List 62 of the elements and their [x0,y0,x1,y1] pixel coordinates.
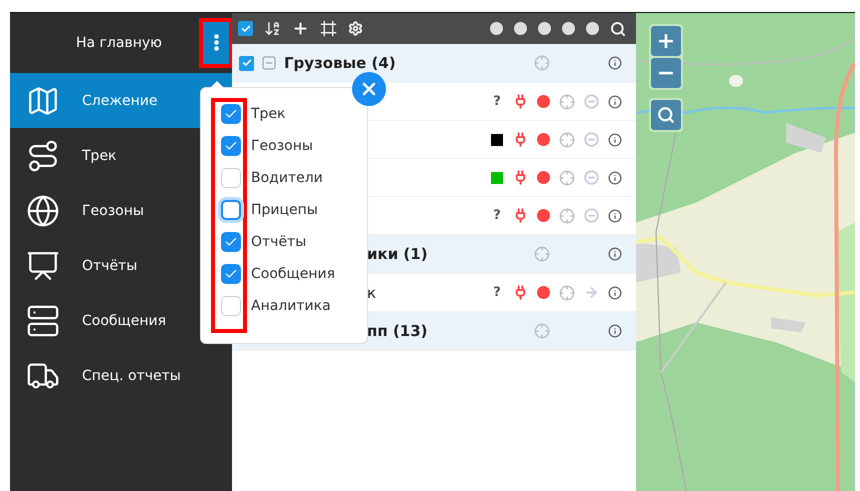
checkbox[interactable] [221,232,241,252]
globe-icon [26,194,60,228]
checkbox[interactable] [239,56,254,70]
status-dot-icon [537,286,550,299]
filter-dot-icon[interactable] [538,22,551,35]
plug-icon [513,208,528,223]
check-icon [240,24,250,34]
crosshair-icon[interactable] [559,170,575,186]
server-stack-icon [26,304,60,338]
checkbox[interactable] [221,168,241,188]
group-name: Грузовые (4) [284,54,396,72]
crosshair-icon[interactable] [559,94,575,110]
plug-icon [513,94,528,109]
status-dot-icon [537,171,550,184]
info-icon[interactable] [608,56,622,70]
checkbox[interactable] [221,296,241,316]
zoom-button[interactable]: + [651,26,681,56]
checkbox[interactable] [221,136,241,156]
info-icon[interactable] [608,247,622,261]
sort-icon[interactable] [264,20,281,37]
plug-icon [513,285,528,300]
status-dot-icon [537,133,550,146]
info-icon[interactable] [608,132,622,146]
nav-item[interactable]: Спец. отчеты [10,348,232,403]
info-icon[interactable] [608,170,622,184]
settings-icon[interactable] [348,21,363,36]
filter-dot-icon[interactable] [586,22,599,35]
group-name: пп (13) [367,322,428,340]
add-icon[interactable] [292,20,309,37]
status-dot-icon [537,95,550,108]
unknown-status-mark: ? [492,285,502,300]
check-icon [242,58,252,68]
checkbox[interactable] [221,200,241,220]
more-menu-button[interactable] [202,20,230,64]
checkbox[interactable] [221,104,241,124]
more-icon [214,34,218,51]
filter-dot-icon[interactable] [562,22,575,35]
status-dot-icon [537,209,550,222]
group-name: ики (1) [367,245,428,263]
search-button[interactable] [651,100,681,130]
zoom-button[interactable]: − [651,58,681,88]
route-icon [26,138,60,172]
crosshair-icon[interactable] [559,132,575,148]
plug-icon [513,132,528,147]
search-icon[interactable] [610,20,626,36]
info-icon[interactable] [608,208,622,222]
info-icon[interactable] [608,94,622,108]
plug-icon [513,170,528,185]
unit-name: к [367,284,376,302]
search-icon [657,106,675,124]
unknown-status-mark: ? [492,94,502,109]
filter-dot-icon[interactable] [514,22,527,35]
select-all-checkbox[interactable] [238,21,253,36]
crosshair-icon[interactable] [559,208,575,224]
filter-dot-icon[interactable] [490,22,503,35]
checkbox[interactable] [221,264,241,284]
info-icon[interactable] [608,286,622,300]
crosshair-icon[interactable] [559,284,575,300]
collapse-icon[interactable] [262,56,276,70]
home-link[interactable]: На главную [76,34,162,50]
unknown-status-mark: ? [492,208,502,223]
info-icon[interactable] [608,324,622,338]
